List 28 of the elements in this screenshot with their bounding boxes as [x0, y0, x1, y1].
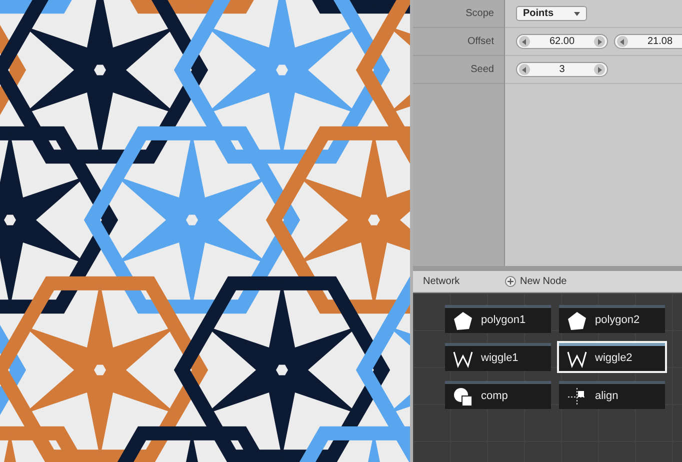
number-field[interactable]: 3	[516, 62, 608, 77]
parameter-label: Seed	[470, 63, 494, 77]
letter-w-icon	[453, 350, 473, 368]
network-node[interactable]: wiggle2	[559, 343, 665, 371]
scope-dropdown[interactable]: Points	[516, 6, 587, 21]
increment-icon[interactable]	[594, 36, 605, 47]
network-node[interactable]: wiggle1	[445, 343, 551, 371]
decrement-icon[interactable]	[519, 36, 530, 47]
number-field[interactable]: 21.08	[614, 34, 682, 49]
panel-title: Network	[422, 275, 461, 289]
parameter-label: Scope	[466, 7, 494, 21]
increment-icon[interactable]	[594, 64, 605, 75]
align-icon	[567, 386, 587, 406]
decrement-icon[interactable]	[519, 64, 530, 75]
pentagon-icon	[453, 310, 473, 330]
network-node[interactable]: polygon1	[445, 305, 551, 333]
new-node-button[interactable]: New Node	[505, 274, 567, 289]
network-node[interactable]: align	[559, 381, 665, 409]
decrement-icon[interactable]	[617, 36, 628, 47]
plus-icon	[505, 276, 516, 287]
parameter-label: Offset	[468, 35, 494, 49]
caret-icon	[574, 12, 580, 16]
number-field[interactable]: 62.00	[516, 34, 608, 49]
shapes-icon	[453, 386, 473, 406]
letter-w-icon	[567, 350, 587, 368]
network-node[interactable]: comp	[445, 381, 551, 409]
network-node[interactable]: polygon2	[559, 305, 665, 333]
pentagon-icon	[567, 310, 587, 330]
